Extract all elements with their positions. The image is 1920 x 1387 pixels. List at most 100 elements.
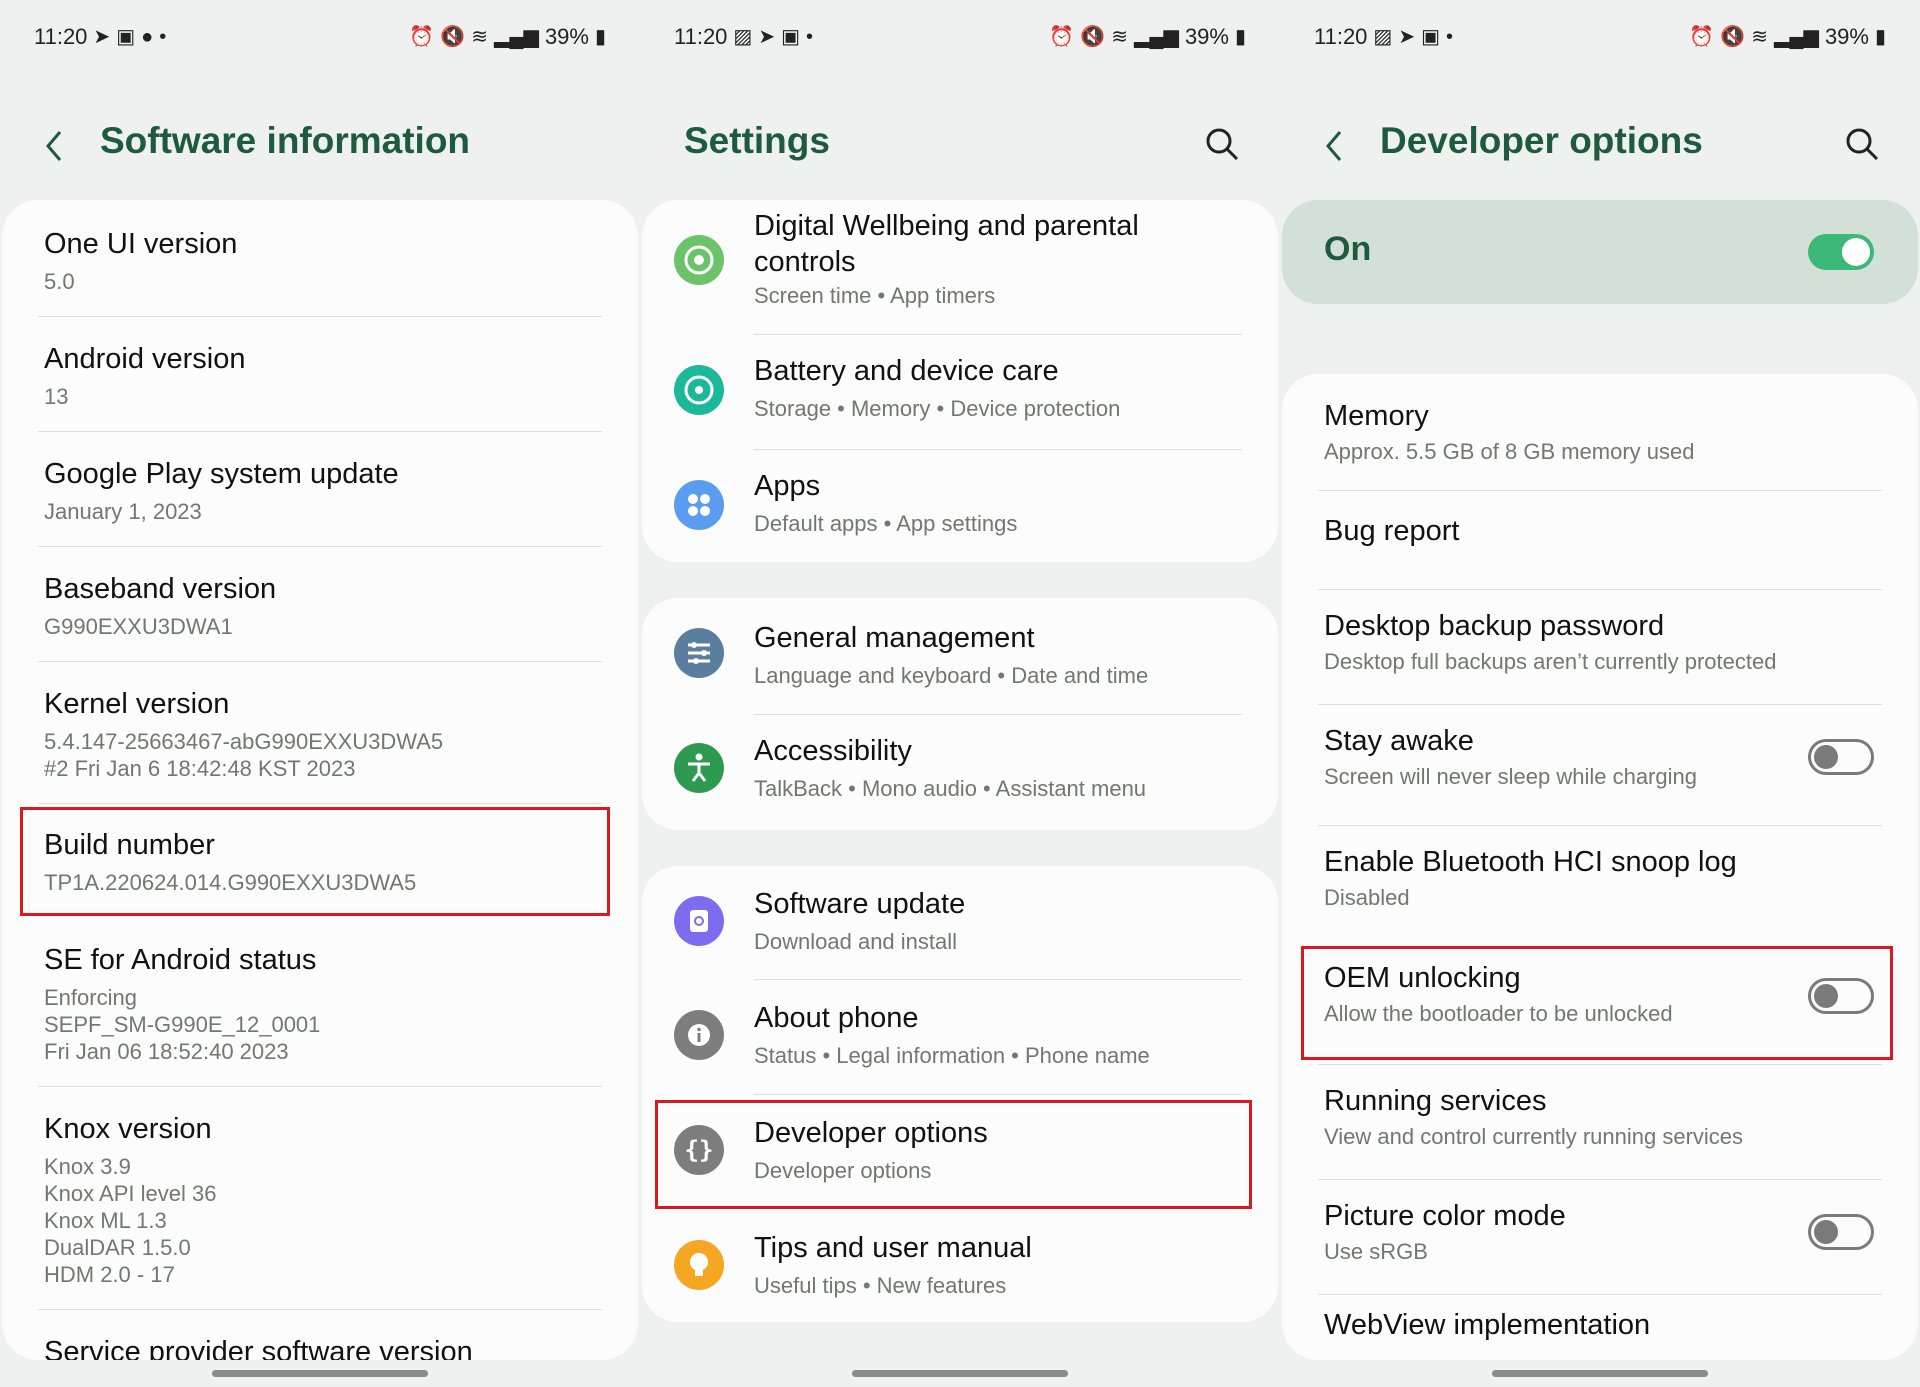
dev-item-picture-color-mode[interactable]: Picture color mode Use sRGB [1282, 1180, 1918, 1294]
status-bar: 11:20 ➤ ▣ ● • ⏰ 🔇 ≋ ▂▄▆ 39% ▮ [34, 22, 606, 54]
battery-percent: 39% [1184, 24, 1229, 49]
item-subtitle: Default apps • App settings [754, 511, 1018, 536]
dev-item-memory[interactable]: Memory Approx. 5.5 GB of 8 GB memory use… [1282, 374, 1918, 490]
divider [38, 803, 602, 804]
wifi-icon: ≋ [1111, 26, 1128, 48]
dev-item-bluetooth-hci-snoop[interactable]: Enable Bluetooth HCI snoop log Disabled [1282, 826, 1918, 942]
dev-item-running-services[interactable]: Running services View and control curren… [1282, 1065, 1918, 1179]
home-indicator[interactable] [852, 1370, 1068, 1377]
dev-item-webview-implementation[interactable]: WebView implementation [1282, 1295, 1918, 1360]
divider [38, 431, 602, 432]
divider [38, 1086, 602, 1087]
oem-unlocking-highlight [1301, 946, 1893, 1060]
developer-master-switch-bar[interactable]: On [1282, 200, 1918, 304]
app-bar: Developer options [1280, 108, 1920, 178]
apps-icon [674, 480, 724, 530]
back-arrow-icon[interactable] [40, 126, 70, 166]
battery-icon: ▮ [594, 26, 606, 48]
alarm-icon: ⏰ [409, 26, 435, 48]
item-title: Digital Wellbeing and parental [754, 210, 1139, 242]
signal-icon: ▂▄▆ [1774, 26, 1819, 48]
app-bar: Settings [640, 108, 1280, 178]
item-value: G990EXXU3DWA1 [44, 614, 233, 639]
battery-icon: ▮ [1234, 26, 1246, 48]
settings-item-apps[interactable]: Apps Default apps • App settings [642, 450, 1278, 562]
wifi-icon: ≋ [471, 26, 488, 48]
item-subtitle: Disabled [1324, 885, 1410, 910]
item-subtitle: Language and keyboard • Date and time [754, 663, 1149, 688]
search-icon[interactable] [1204, 126, 1240, 162]
item-value: Knox 3.9 [44, 1154, 131, 1179]
dev-item-stay-awake[interactable]: Stay awake Screen will never sleep while… [1282, 705, 1918, 825]
signal-icon: ▂▄▆ [1134, 26, 1179, 48]
mute-icon: 🔇 [1080, 26, 1106, 48]
item-subtitle: Storage • Memory • Device protection [754, 396, 1121, 421]
item-title: Running services [1324, 1085, 1547, 1117]
item-title: Accessibility [754, 735, 912, 767]
item-value: #2 Fri Jan 6 18:42:48 KST 2023 [44, 756, 356, 781]
stay-awake-toggle[interactable] [1808, 739, 1874, 775]
notification-icon: ▣ [781, 26, 800, 48]
status-time: 11:20 [674, 24, 728, 49]
item-value: HDM 2.0 - 17 [44, 1262, 175, 1287]
divider [38, 661, 602, 662]
message-icon: ● [141, 26, 154, 48]
settings-item-battery-device-care[interactable]: Battery and device care Storage • Memory… [642, 335, 1278, 450]
software-info-list: One UI version 5.0 Android version 13 Go… [2, 200, 638, 1360]
item-title: Android version [44, 343, 246, 375]
item-value: Enforcing [44, 985, 137, 1010]
item-title: Bug report [1324, 515, 1460, 547]
item-value: January 1, 2023 [44, 499, 202, 524]
item-title: controls [754, 246, 856, 278]
device-care-icon [674, 365, 724, 415]
developer-options-list: Memory Approx. 5.5 GB of 8 GB memory use… [1282, 374, 1918, 1360]
item-title: Battery and device care [754, 355, 1059, 387]
search-icon[interactable] [1844, 126, 1880, 162]
item-title: Service provider software version [44, 1336, 473, 1360]
item-subtitle: View and control currently running servi… [1324, 1124, 1744, 1149]
battery-icon: ▮ [1874, 26, 1886, 48]
developer-options-screen: 11:20 ▨ ➤ ▣ • ⏰ 🔇 ≋ ▂▄▆ 39% ▮ Developer … [1280, 0, 1920, 1387]
item-subtitle: Useful tips • New features [754, 1273, 1007, 1298]
settings-item-about-phone[interactable]: About phone Status • Legal information •… [642, 980, 1278, 1095]
master-switch-label: On [1324, 230, 1372, 268]
info-icon [674, 1010, 724, 1060]
more-dot-icon: • [1446, 26, 1454, 48]
item-subtitle: TalkBack • Mono audio • Assistant menu [754, 776, 1147, 801]
gallery-icon: ▨ [733, 26, 753, 48]
settings-item-software-update[interactable]: Software update Download and install [642, 866, 1278, 980]
settings-item-general-management[interactable]: General management Language and keyboard… [642, 598, 1278, 714]
home-indicator[interactable] [1492, 1370, 1708, 1377]
home-indicator[interactable] [212, 1370, 428, 1377]
master-toggle[interactable] [1808, 234, 1874, 270]
software-update-icon [674, 896, 724, 946]
settings-item-accessibility[interactable]: Accessibility TalkBack • Mono audio • As… [642, 715, 1278, 830]
item-value: Fri Jan 06 18:52:40 2023 [44, 1039, 289, 1064]
picture-color-mode-toggle[interactable] [1808, 1214, 1874, 1250]
settings-item-tips-user-manual[interactable]: Tips and user manual Useful tips • New f… [642, 1210, 1278, 1322]
item-title: Stay awake [1324, 725, 1474, 757]
item-title: Google Play system update [44, 458, 399, 490]
toggle-knob [1814, 745, 1838, 769]
back-arrow-icon[interactable] [1320, 126, 1350, 166]
page-title: Software information [100, 120, 471, 161]
item-title: Tips and user manual [754, 1232, 1032, 1264]
settings-group-2: General management Language and keyboard… [642, 598, 1278, 830]
divider [38, 546, 602, 547]
item-title: Software update [754, 888, 966, 920]
dev-item-bug-report[interactable]: Bug report [1282, 491, 1918, 589]
battery-percent: 39% [1824, 24, 1869, 49]
item-title: General management [754, 622, 1035, 654]
mute-icon: 🔇 [1720, 26, 1746, 48]
item-subtitle: Status • Legal information • Phone name [754, 1043, 1150, 1068]
item-subtitle: Desktop full backups aren’t currently pr… [1324, 649, 1777, 674]
settings-item-digital-wellbeing[interactable]: Digital Wellbeing and parental controls … [642, 200, 1278, 335]
item-subtitle: Approx. 5.5 GB of 8 GB memory used [1324, 439, 1695, 464]
item-title: Memory [1324, 400, 1429, 432]
item-title: Desktop backup password [1324, 610, 1665, 642]
item-title: About phone [754, 1002, 919, 1034]
software-information-screen: 11:20 ➤ ▣ ● • ⏰ 🔇 ≋ ▂▄▆ 39% ▮ Software i… [0, 0, 640, 1387]
item-subtitle: Download and install [754, 929, 958, 954]
dev-item-desktop-backup-password[interactable]: Desktop backup password Desktop full bac… [1282, 590, 1918, 704]
notification-icon: ▣ [116, 26, 136, 48]
